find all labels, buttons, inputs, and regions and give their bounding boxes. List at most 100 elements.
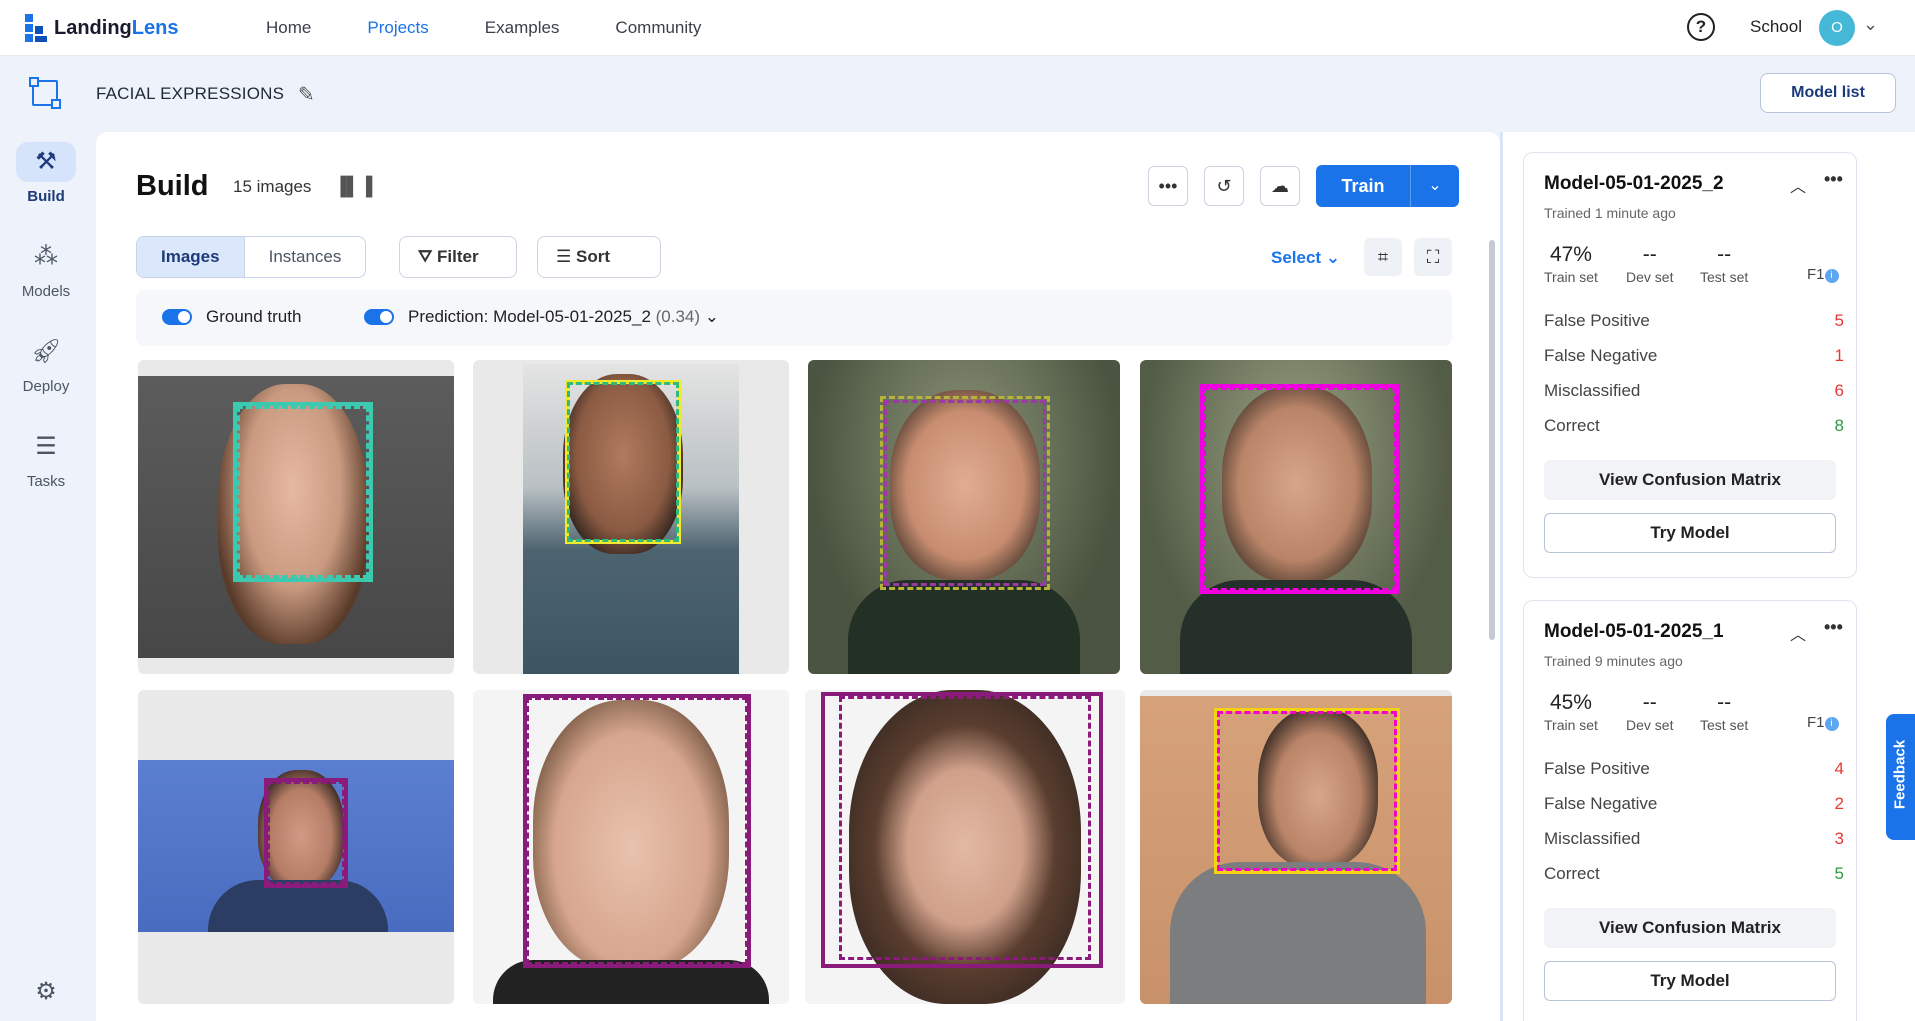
scrollbar[interactable] xyxy=(1489,240,1495,640)
metric-value: -- xyxy=(1717,243,1732,266)
thumbnail-image xyxy=(138,376,454,658)
feedback-tab[interactable]: Feedback xyxy=(1886,714,1915,840)
metric-type[interactable]: F1 i xyxy=(1807,266,1839,283)
metric-label: Train set xyxy=(1544,717,1598,733)
sidebar-item-build[interactable]: ⚒ Build xyxy=(0,142,92,205)
view-confusion-matrix-button[interactable]: View Confusion Matrix xyxy=(1544,908,1836,948)
sidebar-item-label: Build xyxy=(27,188,65,205)
expand-view-button[interactable]: ⛶ xyxy=(1414,238,1452,276)
train-button[interactable]: Train xyxy=(1316,165,1411,207)
ground-truth-label: Ground truth xyxy=(206,307,302,326)
more-options-icon[interactable]: ••• xyxy=(1824,169,1843,190)
train-dropdown-button[interactable]: ⌄ xyxy=(1411,165,1459,207)
nav-examples[interactable]: Examples xyxy=(485,18,560,38)
stat-value: 2 xyxy=(1834,794,1844,813)
metric-value: -- xyxy=(1717,691,1732,714)
more-options-icon[interactable]: ••• xyxy=(1824,617,1843,638)
false-positive-row[interactable]: False Positive 5 xyxy=(1544,311,1844,331)
sidebar-item-deploy[interactable]: 🚀︎ Deploy xyxy=(0,332,92,395)
misclassified-row[interactable]: Misclassified 6 xyxy=(1544,381,1844,401)
metric-label: Dev set xyxy=(1626,269,1674,285)
upload-button[interactable]: ☁ xyxy=(1260,166,1300,206)
trained-time: Trained 9 minutes ago xyxy=(1544,653,1683,669)
ground-truth-toggle[interactable] xyxy=(162,309,192,325)
metric-type[interactable]: F1 i xyxy=(1807,714,1839,731)
main-nav: Home Projects Examples Community xyxy=(266,0,757,56)
false-positive-row[interactable]: False Positive 4 xyxy=(1544,759,1844,779)
wrench-hammer-icon: ⚒ xyxy=(16,142,76,182)
sidebar-item-label: Deploy xyxy=(22,378,70,395)
false-negative-row[interactable]: False Negative 1 xyxy=(1544,346,1844,366)
prediction-box xyxy=(839,696,1091,960)
stat-value: 8 xyxy=(1834,416,1844,435)
more-options-button[interactable]: ••• xyxy=(1148,166,1188,206)
image-card[interactable] xyxy=(138,690,454,1004)
image-card[interactable] xyxy=(805,690,1125,1004)
cloud-upload-icon: ☁ xyxy=(1271,176,1289,196)
image-card[interactable] xyxy=(138,360,454,674)
checklist-icon: ☰ xyxy=(35,433,57,460)
dev-set-metric: -- Dev set xyxy=(1626,691,1673,733)
stat-value: 6 xyxy=(1834,381,1844,400)
image-card[interactable] xyxy=(808,360,1120,674)
image-card[interactable] xyxy=(473,690,789,1004)
thumbnail-image xyxy=(473,690,789,1004)
edit-pencil-icon[interactable]: ✎ xyxy=(298,82,315,107)
tab-instances[interactable]: Instances xyxy=(245,237,366,277)
model-name[interactable]: Model-05-01-2025_1 xyxy=(1544,621,1724,643)
metric-label: Test set xyxy=(1700,269,1749,285)
avatar[interactable]: O xyxy=(1819,10,1855,46)
history-button[interactable]: ↺ xyxy=(1204,166,1244,206)
prediction-toggle[interactable] xyxy=(364,309,394,325)
train-set-metric: 45% Train set xyxy=(1544,691,1598,733)
sort-label: Sort xyxy=(575,247,610,266)
false-negative-row[interactable]: False Negative 2 xyxy=(1544,794,1844,814)
prediction-box xyxy=(1203,387,1397,591)
model-card: Model-05-01-2025_2 ︿ ••• Trained 1 minut… xyxy=(1523,152,1857,578)
chevron-up-icon[interactable]: ︿ xyxy=(1790,621,1806,645)
nav-projects[interactable]: Projects xyxy=(367,18,428,38)
project-bbox-icon xyxy=(29,77,61,109)
try-model-button[interactable]: Try Model xyxy=(1544,513,1836,553)
image-card[interactable] xyxy=(473,360,789,674)
page-title: Build xyxy=(136,170,209,202)
misclassified-row[interactable]: Misclassified 3 xyxy=(1544,829,1844,849)
sidebar-item-models[interactable]: ⁂ Models xyxy=(0,237,92,300)
filter-button[interactable]: ⛛ Filter xyxy=(399,236,517,278)
chevron-down-icon[interactable]: ⌄ xyxy=(1863,14,1878,35)
logo-text: LandingLens xyxy=(54,16,179,39)
chevron-down-icon: ⌄ xyxy=(704,307,720,326)
metric-value: -- xyxy=(1642,243,1657,266)
image-card[interactable] xyxy=(1140,690,1452,1004)
expand-icon: ⛶ xyxy=(1426,247,1440,267)
network-icon: ⁂ xyxy=(34,243,58,270)
try-model-button[interactable]: Try Model xyxy=(1544,961,1836,1001)
sort-icon: ☰ xyxy=(556,247,572,266)
metric-value: 47% xyxy=(1549,243,1592,266)
nav-community[interactable]: Community xyxy=(615,18,701,38)
select-dropdown[interactable]: Select ⌄ xyxy=(1271,248,1340,268)
correct-row[interactable]: Correct 5 xyxy=(1544,864,1844,884)
model-list-button[interactable]: Model list xyxy=(1760,73,1896,113)
model-name[interactable]: Model-05-01-2025_2 xyxy=(1544,173,1724,195)
nav-home[interactable]: Home xyxy=(266,18,311,38)
prediction-box xyxy=(1217,711,1397,871)
view-confusion-matrix-button[interactable]: View Confusion Matrix xyxy=(1544,460,1836,500)
correct-row[interactable]: Correct 8 xyxy=(1544,416,1844,436)
focus-view-button[interactable]: ⌗ xyxy=(1364,238,1402,276)
logo[interactable]: LandingLens xyxy=(24,12,178,44)
sidebar-item-tasks[interactable]: ☰ Tasks xyxy=(0,427,92,490)
sort-button[interactable]: ☰ Sort xyxy=(537,236,661,278)
org-name[interactable]: School xyxy=(1750,17,1802,37)
bar-chart-icon[interactable]: ▐▌▐ xyxy=(334,176,372,197)
chevron-up-icon[interactable]: ︿ xyxy=(1790,173,1806,197)
sidebar-item-settings[interactable]: ⚙ xyxy=(0,972,92,1018)
prediction-selector[interactable]: Prediction: Model-05-01-2025_2 (0.34) ⌄ xyxy=(408,307,719,327)
tab-images[interactable]: Images xyxy=(137,237,245,277)
dev-set-metric: -- Dev set xyxy=(1626,243,1673,285)
model-card: Model-05-01-2025_1 ︿ ••• Trained 9 minut… xyxy=(1523,600,1857,1021)
prediction-box xyxy=(884,400,1046,586)
image-card[interactable] xyxy=(1140,360,1452,674)
prediction-label: Prediction: xyxy=(408,307,489,326)
help-icon[interactable]: ? xyxy=(1687,13,1715,41)
